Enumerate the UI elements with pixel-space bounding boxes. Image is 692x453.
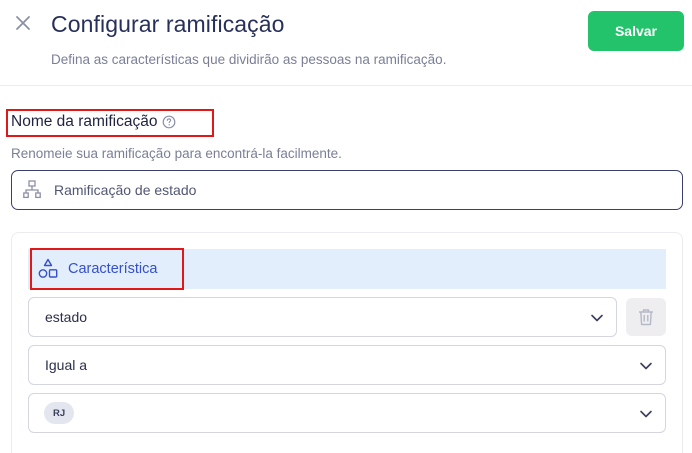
operator-select[interactable]: Igual a	[28, 345, 666, 385]
attribute-select-value: estado	[45, 309, 88, 325]
close-button[interactable]	[12, 12, 34, 34]
trash-icon	[639, 309, 653, 326]
value-select[interactable]: RJ	[28, 393, 666, 433]
close-icon	[16, 16, 30, 30]
page-title: Configurar ramificação	[51, 11, 285, 37]
branch-name-input[interactable]	[54, 182, 654, 198]
shapes-icon	[38, 258, 58, 278]
chevron-down-icon	[640, 362, 652, 370]
chevron-down-icon	[640, 410, 652, 418]
branch-icon	[23, 180, 41, 200]
characteristic-label: Característica	[68, 261, 158, 277]
operator-select-value: Igual a	[45, 357, 88, 373]
chevron-down-icon	[591, 314, 603, 322]
page-subtitle: Defina as características que dividirão …	[51, 52, 447, 67]
save-button[interactable]: Salvar	[588, 11, 684, 51]
name-label: Nome da ramificação	[11, 113, 176, 131]
header: Configurar ramificação Defina as caracte…	[0, 0, 692, 86]
delete-characteristic-button[interactable]	[626, 298, 666, 336]
attribute-select[interactable]: estado	[28, 297, 617, 337]
value-tag[interactable]: RJ	[44, 402, 75, 424]
help-circle-icon[interactable]	[162, 115, 176, 129]
branch-name-field[interactable]	[11, 170, 683, 210]
name-label-text: Nome da ramificação	[11, 113, 158, 130]
name-description: Renomeie sua ramificação para encontrá-l…	[11, 146, 342, 161]
